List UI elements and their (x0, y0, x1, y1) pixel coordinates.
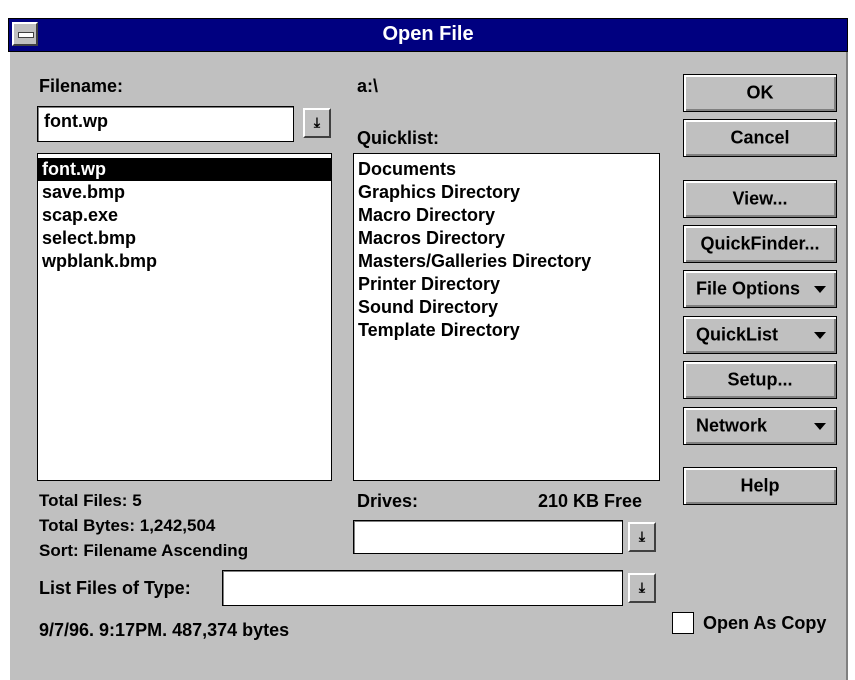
list-item[interactable]: Macros Directory (354, 227, 659, 250)
open-as-copy-label: Open As Copy (703, 613, 827, 633)
ok-button-label: OK (746, 82, 774, 103)
triangle-down-icon (814, 286, 826, 293)
help-button[interactable]: Help (683, 467, 837, 505)
list-item[interactable]: wpblank.bmp (38, 250, 331, 273)
file-options-button[interactable]: File Options (683, 270, 837, 308)
filename-input[interactable]: font.wp (37, 106, 294, 142)
sort-info: Sort: Filename Ascending (39, 541, 249, 560)
list-item[interactable]: save.bmp (38, 181, 331, 204)
file-type-select[interactable] (222, 570, 623, 606)
file-type-label: List Files of Type: (39, 578, 191, 598)
file-list[interactable]: font.wp save.bmp scap.exe select.bmp wpb… (37, 153, 332, 481)
selected-file-info: 9/7/96. 9:17PM. 487,374 bytes (39, 620, 290, 640)
drives-dropdown-button[interactable]: ⤓ (628, 522, 656, 552)
list-item[interactable]: Documents (354, 158, 659, 181)
setup-button-label: Setup... (727, 369, 793, 390)
filename-label: Filename: (39, 76, 124, 96)
cancel-button-label: Cancel (730, 127, 790, 148)
quicklist-list[interactable]: Documents Graphics Directory Macro Direc… (353, 153, 660, 481)
view-button-label: View... (732, 188, 788, 209)
list-item[interactable]: font.wp (38, 158, 331, 181)
file-type-dropdown-button[interactable]: ⤓ (628, 573, 656, 603)
total-bytes: Total Bytes: 1,242,504 (39, 516, 216, 535)
list-item[interactable]: Printer Directory (354, 273, 659, 296)
list-item[interactable]: Graphics Directory (354, 181, 659, 204)
list-item[interactable]: select.bmp (38, 227, 331, 250)
list-item[interactable]: Masters/Galleries Directory (354, 250, 659, 273)
drives-select[interactable] (353, 520, 623, 554)
down-arrow-bar-icon: ⤓ (638, 528, 646, 544)
current-path: a:\ (357, 76, 379, 96)
triangle-down-icon (814, 423, 826, 430)
quicklist-button[interactable]: QuickList (683, 316, 837, 354)
down-arrow-bar-icon: ⤓ (638, 579, 646, 595)
list-item[interactable]: scap.exe (38, 204, 331, 227)
filename-dropdown-button[interactable]: ⤓ (303, 108, 331, 138)
open-as-copy-checkbox[interactable] (672, 612, 694, 634)
list-item[interactable]: Macro Directory (354, 204, 659, 227)
down-arrow-bar-icon: ⤓ (313, 114, 321, 130)
triangle-down-icon (814, 332, 826, 339)
network-button[interactable]: Network (683, 407, 837, 445)
list-item[interactable]: Template Directory (354, 319, 659, 342)
quickfinder-button-label: QuickFinder... (700, 233, 820, 254)
setup-button[interactable]: Setup... (683, 361, 837, 399)
list-item[interactable]: Sound Directory (354, 296, 659, 319)
title-bar: Open File (8, 18, 848, 52)
help-button-label: Help (740, 475, 780, 496)
filename-value: font.wp (44, 111, 108, 131)
drives-label: Drives: (357, 491, 419, 511)
ok-button[interactable]: OK (683, 74, 837, 112)
window-title: Open File (382, 23, 474, 45)
drives-free-space: 210 KB Free (538, 491, 643, 511)
quickfinder-button[interactable]: QuickFinder... (683, 225, 837, 263)
quicklist-label: Quicklist: (357, 128, 440, 148)
total-files: Total Files: 5 (39, 491, 142, 510)
cancel-button[interactable]: Cancel (683, 119, 837, 157)
view-button[interactable]: View... (683, 180, 837, 218)
